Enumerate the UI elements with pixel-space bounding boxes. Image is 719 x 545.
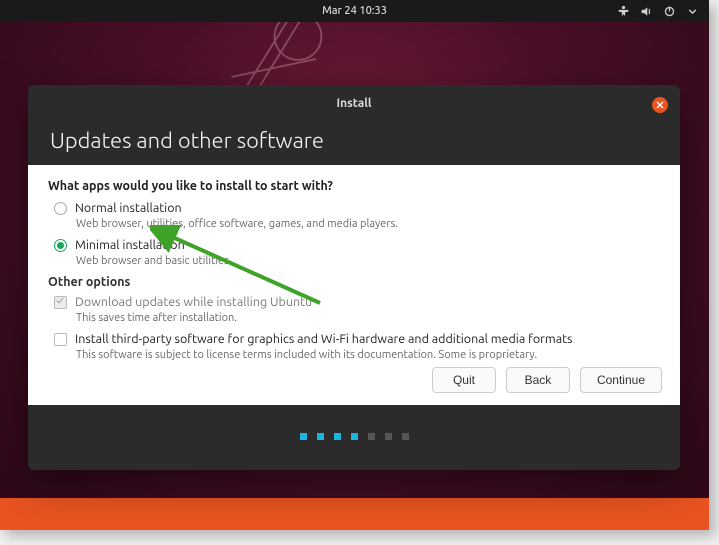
radio-minimal-installation[interactable]: Minimal installation: [54, 238, 660, 252]
wizard-buttons: Quit Back Continue: [432, 367, 662, 393]
chevron-down-icon[interactable]: [686, 5, 699, 18]
progress-dot: [402, 433, 409, 440]
system-tray: [617, 5, 699, 18]
checkbox-icon: [54, 296, 67, 309]
checkbox-label: Install third-party software for graphic…: [75, 332, 572, 346]
close-button[interactable]: [652, 97, 668, 113]
progress-dot: [385, 433, 392, 440]
radio-label: Minimal installation: [75, 238, 185, 252]
radio-label: Normal installation: [75, 201, 182, 215]
checkbox-download-updates[interactable]: Download updates while installing Ubuntu: [54, 295, 660, 309]
installer-window: Install Updates and other software What …: [28, 85, 680, 470]
progress-dot: [334, 433, 341, 440]
page-heading: Updates and other software: [50, 128, 658, 153]
volume-icon[interactable]: [640, 5, 653, 18]
checkbox-third-party[interactable]: Install third-party software for graphic…: [54, 332, 660, 346]
checkbox-icon: [54, 333, 67, 346]
window-title: Install: [50, 95, 658, 110]
radio-normal-installation[interactable]: Normal installation: [54, 201, 660, 215]
desktop: Mar 24 10:33 Install Updates and other s…: [0, 0, 709, 530]
checkbox-label: Download updates while installing Ubuntu: [75, 295, 312, 309]
progress-dots: [28, 405, 680, 440]
power-icon[interactable]: [663, 5, 676, 18]
quit-button[interactable]: Quit: [432, 367, 496, 393]
system-top-bar: Mar 24 10:33: [0, 0, 709, 22]
back-button[interactable]: Back: [506, 367, 570, 393]
close-icon: [656, 101, 664, 109]
question-title: What apps would you like to install to s…: [48, 179, 660, 193]
accessibility-icon[interactable]: [617, 5, 630, 18]
normal-desc: Web browser, utilities, office software,…: [76, 218, 660, 230]
progress-dot: [351, 433, 358, 440]
progress-dot: [368, 433, 375, 440]
radio-icon: [54, 202, 67, 215]
minimal-desc: Web browser and basic utilities.: [76, 255, 660, 267]
clock: Mar 24 10:33: [322, 5, 387, 17]
progress-dot: [317, 433, 324, 440]
installer-header: Install Updates and other software: [28, 85, 680, 165]
other-options-heading: Other options: [48, 275, 660, 289]
radio-icon: [54, 239, 67, 252]
continue-button[interactable]: Continue: [580, 367, 662, 393]
progress-dot: [300, 433, 307, 440]
installer-body: What apps would you like to install to s…: [28, 165, 680, 405]
updates-desc: This saves time after installation.: [76, 312, 660, 324]
thirdparty-desc: This software is subject to license term…: [76, 349, 660, 361]
bottom-accent-bar: [0, 498, 709, 530]
